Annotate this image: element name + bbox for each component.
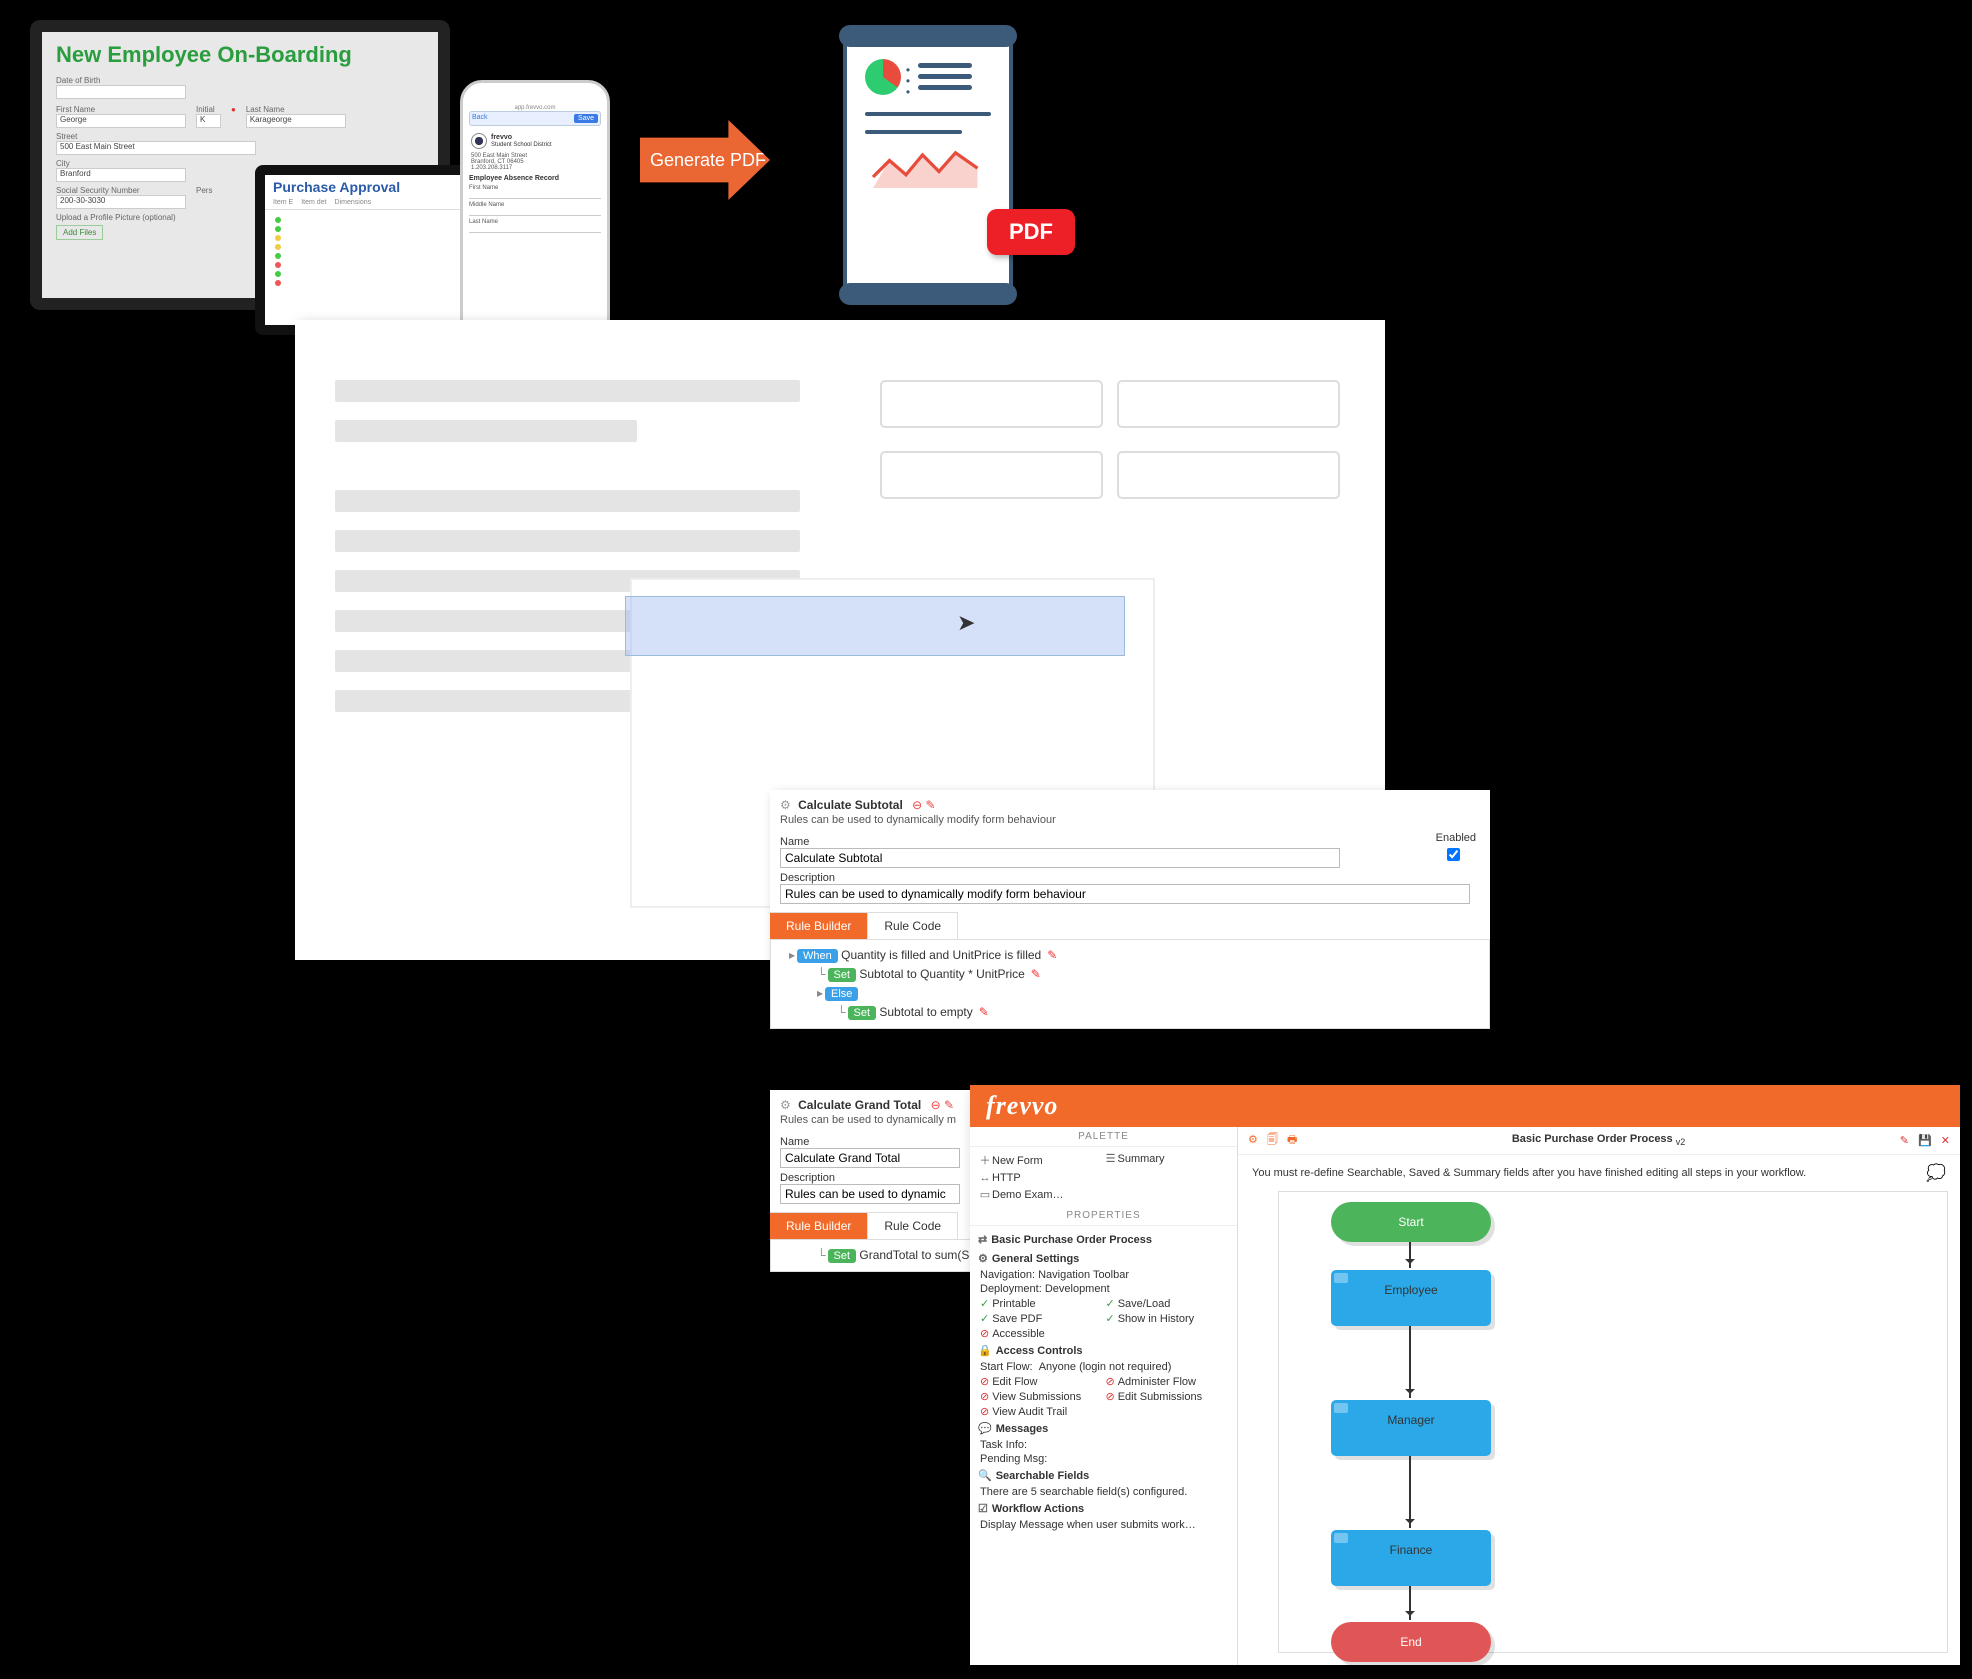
rule-title: Calculate Subtotal — [798, 798, 903, 812]
edit-icon[interactable]: ✎ — [944, 1098, 954, 1112]
check-icon: ✓ — [1106, 1313, 1115, 1325]
check-icon: ✓ — [1106, 1298, 1115, 1310]
generate-pdf-arrow: Generate PDF — [640, 120, 770, 200]
comment-icon[interactable]: 💭 — [1926, 1163, 1946, 1183]
delete-icon[interactable]: ⊖ — [912, 798, 922, 812]
gear-icon: ⚙ — [978, 1253, 988, 1265]
gear-icon[interactable]: ⚙ — [780, 1098, 791, 1112]
workflow-icon: ☑ — [978, 1503, 988, 1515]
rule-name-input[interactable] — [780, 1148, 960, 1168]
wf-node-manager[interactable]: Manager — [1331, 1400, 1491, 1456]
message-icon: 💬 — [978, 1423, 992, 1435]
rule-desc-input[interactable] — [780, 1184, 960, 1204]
save-icon[interactable]: 💾 — [1918, 1135, 1932, 1147]
print-icon[interactable]: 🖶 — [1287, 1134, 1297, 1146]
edit-icon[interactable]: ✎ — [1031, 967, 1041, 981]
device-mockups: New Employee On-Boarding Date of Birth F… — [30, 20, 650, 350]
search-icon: 🔍 — [978, 1470, 992, 1482]
ssn-input[interactable]: 200-30-3030 — [56, 195, 186, 209]
tab-rule-code[interactable]: Rule Code — [868, 1212, 958, 1239]
city-input[interactable]: Branford — [56, 168, 186, 182]
enabled-checkbox[interactable] — [1447, 848, 1460, 861]
edit-icon[interactable]: ✎ — [1900, 1135, 1909, 1147]
copy-icon[interactable]: 🗐 — [1267, 1134, 1278, 1146]
flow-icon: ⇄ — [978, 1234, 987, 1246]
tablet-title: Purchase Approval — [265, 175, 460, 199]
lock-icon: 🔒 — [978, 1345, 992, 1357]
edit-icon[interactable]: ✎ — [1047, 948, 1057, 962]
gear-icon[interactable]: ⚙ — [780, 798, 791, 812]
check-icon: ✓ — [980, 1298, 989, 1310]
dob-input[interactable] — [56, 85, 186, 99]
rule-name-input[interactable] — [780, 848, 1340, 868]
pdf-badge: PDF — [987, 209, 1075, 255]
palette-new-form[interactable]: ＋New Form — [978, 1150, 1104, 1170]
palette-summary[interactable]: ☰Summary — [1104, 1150, 1230, 1170]
wf-node-start[interactable]: Start — [1331, 1202, 1491, 1242]
gear-icon[interactable]: ⚙ — [1248, 1134, 1258, 1146]
phone-mockup: app.frevvo.com BackSave frevvoStudent Sc… — [460, 80, 610, 355]
notice-text: You must re-define Searchable, Saved & S… — [1252, 1167, 1806, 1179]
palette-http[interactable]: ↔HTTP — [978, 1170, 1104, 1186]
tab-rule-builder[interactable]: Rule Builder — [770, 1212, 868, 1239]
wf-node-end[interactable]: End — [1331, 1622, 1491, 1662]
add-files-button[interactable]: Add Files — [56, 225, 103, 240]
pie-icon — [865, 59, 901, 95]
pdf-document-graphic: PDF — [810, 35, 1045, 325]
last-name-input[interactable]: Karageorge — [246, 114, 346, 128]
workflow-canvas[interactable]: Start Employee Manager Finance End — [1278, 1191, 1948, 1653]
app-titlebar: frevvo — [970, 1085, 1960, 1127]
first-name-input[interactable]: George — [56, 114, 186, 128]
district-logo — [471, 133, 487, 149]
close-icon[interactable]: ✕ — [1941, 1135, 1950, 1147]
check-icon: ✓ — [980, 1313, 989, 1325]
sidebar: PALETTE ＋New Form ☰Summary ↔HTTP ▭Demo E… — [970, 1127, 1238, 1665]
no-icon: ⊘ — [980, 1328, 989, 1340]
street-input[interactable]: 500 East Main Street — [56, 141, 256, 155]
tab-rule-builder[interactable]: Rule Builder — [770, 912, 868, 939]
frevvo-logo: frevvo — [986, 1091, 1058, 1121]
dob-label: Date of Birth — [56, 76, 424, 85]
toolbar: ⚙ 🗐 🖶 Basic Purchase Order Process v2 ✎ … — [1238, 1127, 1960, 1155]
edit-icon[interactable]: ✎ — [979, 1005, 989, 1019]
rule-desc-input[interactable] — [780, 884, 1470, 904]
cursor-icon: ➤ — [957, 610, 975, 636]
rule-title: Calculate Grand Total — [798, 1098, 921, 1112]
wf-node-finance[interactable]: Finance — [1331, 1530, 1491, 1586]
edit-icon[interactable]: ✎ — [926, 798, 936, 812]
tab-rule-code[interactable]: Rule Code — [868, 912, 958, 939]
initial-input[interactable]: K — [196, 114, 221, 128]
tablet-mockup: Purchase Approval Item E Item det Dimens… — [255, 165, 470, 335]
frevvo-app-window: frevvo PALETTE ＋New Form ☰Summary ↔HTTP … — [970, 1085, 1960, 1665]
delete-icon[interactable]: ⊖ — [931, 1098, 941, 1112]
laptop-form-title: New Employee On-Boarding — [56, 42, 424, 68]
rule-panel-subtotal: ⚙ Calculate Subtotal ⊖ ✎ Rules can be us… — [770, 790, 1490, 1029]
drag-ghost — [625, 596, 1125, 656]
palette-demo[interactable]: ▭Demo Exam… — [978, 1186, 1104, 1203]
wf-node-employee[interactable]: Employee — [1331, 1270, 1491, 1326]
